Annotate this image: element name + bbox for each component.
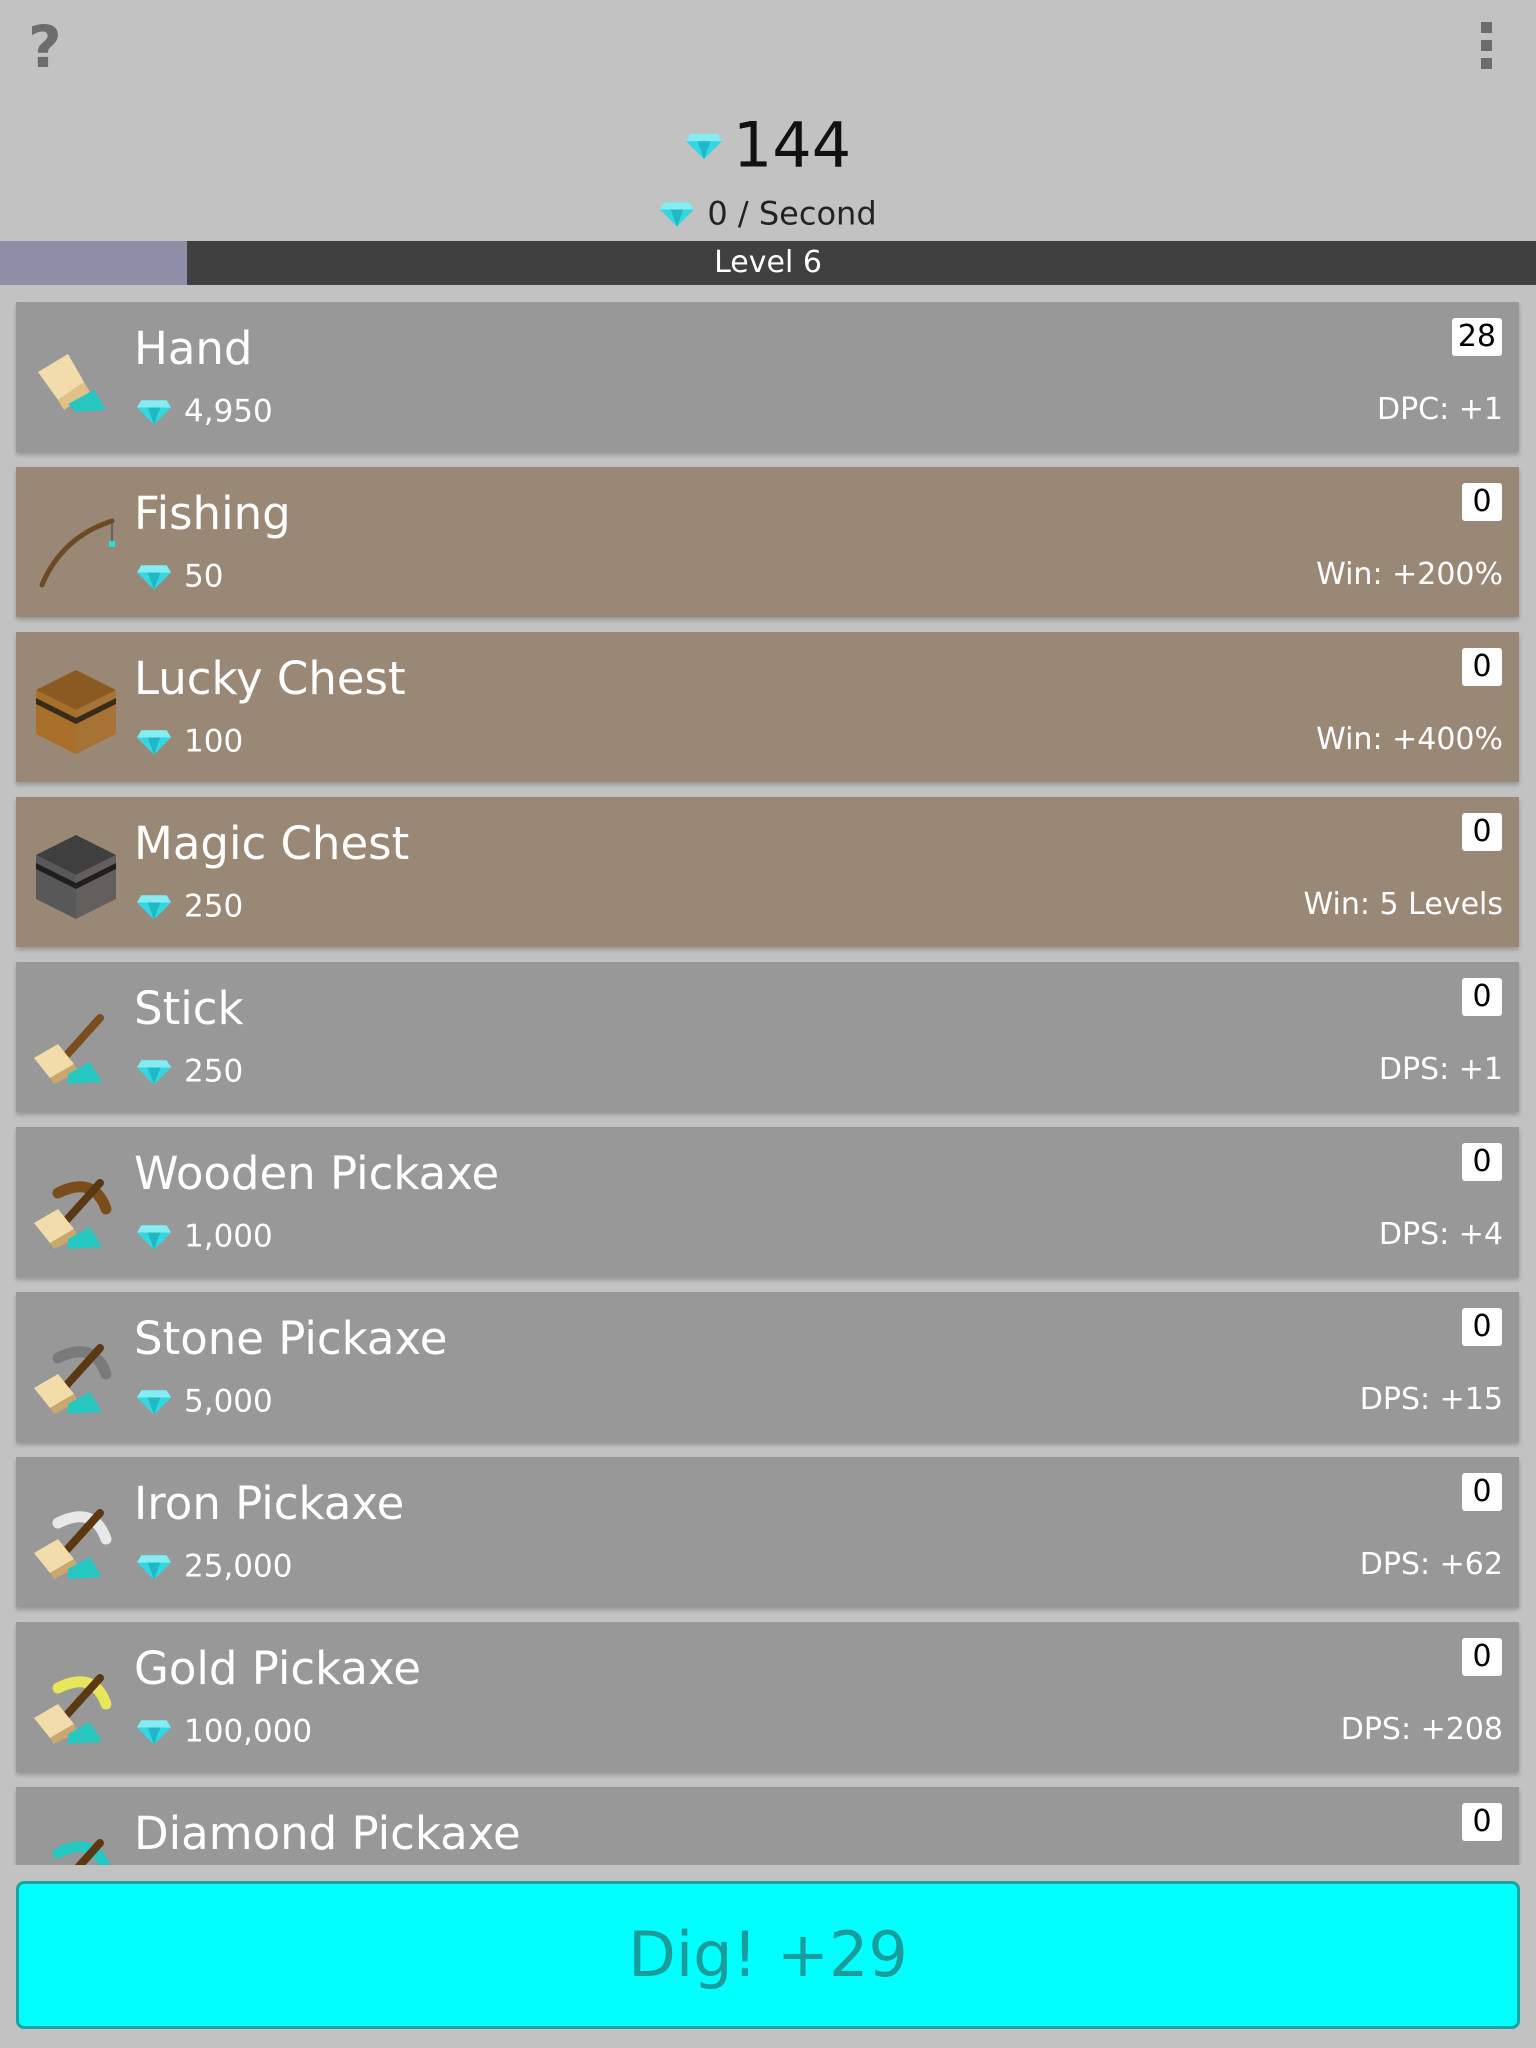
item-stat: DPS: +4 — [1378, 1217, 1503, 1252]
item-stat: DPS: +62 — [1359, 1547, 1503, 1582]
magic-chest-icon — [36, 835, 116, 919]
item-cost: 100,000 — [136, 1710, 312, 1750]
gem-icon — [685, 133, 722, 159]
item-name: Gold Pickaxe — [134, 1642, 421, 1695]
fishing-rod-icon — [39, 518, 115, 588]
upgrade-item[interactable]: Iron Pickaxe 25,000 0 DPS: +62 — [16, 1457, 1519, 1607]
item-stat: DPS: +208 — [1340, 1712, 1503, 1747]
gem-icon — [136, 1224, 172, 1250]
item-count-badge: 0 — [1462, 648, 1502, 686]
item-cost: 100 — [136, 720, 243, 760]
item-cost-value: 1,000 — [184, 1218, 273, 1255]
help-icon[interactable]: ? — [28, 12, 62, 82]
upgrade-item[interactable]: Magic Chest 250 0 Win: 5 Levels — [16, 797, 1519, 947]
item-cost: 5,000 — [136, 1380, 273, 1420]
item-name: Stick — [134, 982, 244, 1035]
item-cost-value: 5,000 — [184, 1383, 273, 1420]
more-vert-icon[interactable] — [1472, 22, 1500, 78]
total-gems: 144 — [0, 100, 1536, 190]
item-count-badge: 0 — [1462, 1473, 1502, 1511]
stone-pickaxe-icon — [34, 1344, 112, 1414]
gem-icon — [136, 894, 172, 920]
level-label: Level 6 — [714, 245, 822, 280]
upgrade-item[interactable]: Hand 4,950 28 DPC: +1 — [16, 302, 1519, 452]
item-cost-value: 250 — [184, 1053, 244, 1090]
gem-icon — [136, 1389, 172, 1415]
gem-icon — [136, 1059, 172, 1085]
item-count-badge: 0 — [1462, 1803, 1502, 1841]
level-progress-bar: Level 6 — [0, 241, 1536, 285]
item-name: Hand — [134, 322, 253, 375]
item-stat: Win: 5 Levels — [1303, 887, 1503, 922]
gems-per-second: 0 / Second — [0, 190, 1536, 236]
item-cost: 4,950 — [136, 390, 273, 430]
item-count-badge: 28 — [1451, 318, 1502, 356]
diamond-pickaxe-icon — [52, 1839, 111, 1865]
item-count-badge: 0 — [1462, 1638, 1502, 1676]
item-stat: DPS: +1 — [1378, 1052, 1503, 1087]
item-count-badge: 0 — [1462, 483, 1502, 521]
stick-icon — [34, 1014, 104, 1084]
item-count-badge: 0 — [1462, 813, 1502, 851]
item-name: Stone Pickaxe — [134, 1312, 448, 1365]
item-cost-value: 4,950 — [184, 393, 273, 430]
iron-pickaxe-icon — [34, 1509, 112, 1579]
item-cost-value: 100 — [184, 723, 244, 760]
gem-icon — [136, 1719, 172, 1745]
item-cost-value: 50 — [184, 558, 224, 595]
item-name: Lucky Chest — [134, 652, 406, 705]
item-count-badge: 0 — [1462, 1308, 1502, 1346]
item-name: Diamond Pickaxe — [134, 1807, 521, 1860]
total-gems-value: 144 — [732, 108, 852, 182]
item-cost: 250 — [136, 885, 243, 925]
wooden-pickaxe-icon — [34, 1179, 112, 1249]
item-cost: 250 — [136, 1050, 243, 1090]
item-cost-value: 250 — [184, 888, 244, 925]
upgrade-item[interactable]: Diamond Pickaxe 0 — [16, 1787, 1519, 1865]
gem-icon — [660, 201, 695, 227]
upgrade-item[interactable]: Gold Pickaxe 100,000 0 DPS: +208 — [16, 1622, 1519, 1772]
header: ? 144 0 / Second — [0, 0, 1536, 241]
upgrade-list[interactable]: Hand 4,950 28 DPC: +1 Fishing 50 0 Win: +200% Lu… — [0, 285, 1536, 1865]
gem-icon — [136, 729, 172, 755]
dig-area: Dig! +29 — [0, 1865, 1536, 2048]
item-name: Iron Pickaxe — [134, 1477, 405, 1530]
upgrade-item[interactable]: Stick 250 0 DPS: +1 — [16, 962, 1519, 1112]
gold-pickaxe-icon — [34, 1674, 112, 1744]
rate-label: 0 / Second — [707, 194, 877, 233]
lucky-chest-icon — [36, 670, 116, 754]
upgrade-item[interactable]: Fishing 50 0 Win: +200% — [16, 467, 1519, 617]
item-cost: 50 — [136, 555, 223, 595]
gem-icon — [136, 564, 172, 590]
gem-icon — [136, 399, 172, 425]
item-name: Fishing — [134, 487, 291, 540]
upgrade-item[interactable]: Stone Pickaxe 5,000 0 DPS: +15 — [16, 1292, 1519, 1442]
item-name: Wooden Pickaxe — [134, 1147, 500, 1200]
item-stat: DPC: +1 — [1376, 392, 1503, 427]
item-count-badge: 0 — [1462, 978, 1502, 1016]
dig-button[interactable]: Dig! +29 — [16, 1881, 1520, 2029]
item-cost-value: 25,000 — [184, 1548, 293, 1585]
hand-icon — [38, 354, 106, 412]
item-name: Magic Chest — [134, 817, 410, 870]
item-cost: 25,000 — [136, 1545, 292, 1585]
item-cost-value: 100,000 — [184, 1713, 313, 1750]
upgrade-item[interactable]: Lucky Chest 100 0 Win: +400% — [16, 632, 1519, 782]
item-stat: DPS: +15 — [1359, 1382, 1503, 1417]
item-count-badge: 0 — [1462, 1143, 1502, 1181]
item-stat: Win: +200% — [1316, 557, 1503, 592]
item-cost: 1,000 — [136, 1215, 273, 1255]
upgrade-item[interactable]: Wooden Pickaxe 1,000 0 DPS: +4 — [16, 1127, 1519, 1277]
gem-icon — [136, 1554, 172, 1580]
item-stat: Win: +400% — [1316, 722, 1503, 757]
